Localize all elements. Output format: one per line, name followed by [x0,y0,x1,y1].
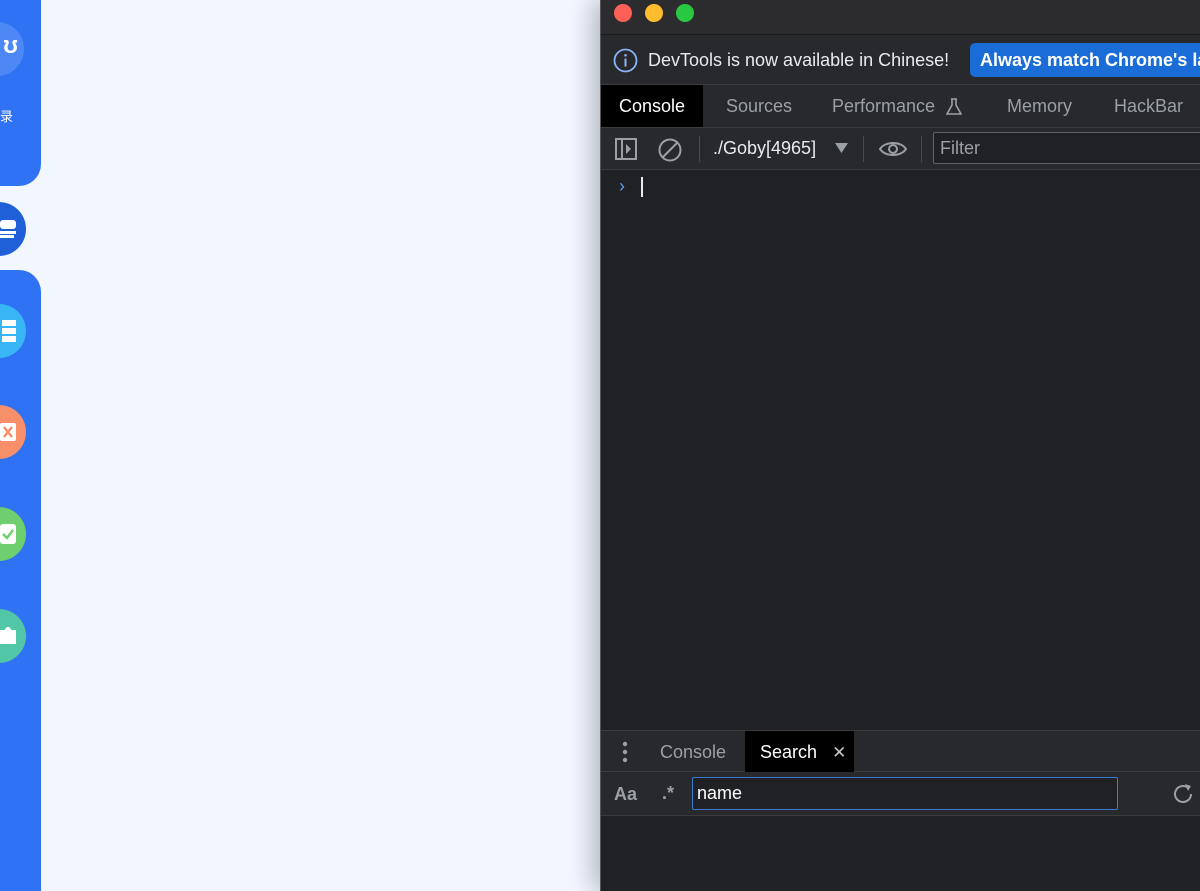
sidebar-label: 录 [0,109,14,124]
window-titlebar [601,0,1200,35]
console-toolbar: ./Goby[4965] [601,128,1200,170]
search-bar: Aa .* [601,772,1200,816]
app-sidebar: ʊ 录 [0,0,41,891]
refresh-icon[interactable] [1171,782,1195,806]
regex-button[interactable]: .* [662,783,674,804]
tab-console[interactable]: Console [601,85,704,127]
match-case-button[interactable]: Aa [614,784,637,805]
language-infobar: DevTools is now available in Chinese! Al… [601,35,1200,85]
tab-sources[interactable]: Sources [726,85,792,127]
maximize-window-button[interactable] [676,4,694,22]
sidebar-nav-panel [0,270,41,891]
devtools-tab-bar: Console Sources Performance Memory HackB… [601,85,1200,128]
search-results [601,816,1200,891]
close-window-button[interactable] [614,4,632,22]
sidebar-top-panel: ʊ 录 [0,0,41,186]
filter-input[interactable] [933,132,1200,164]
more-options-icon[interactable] [621,741,629,763]
eye-icon[interactable] [878,138,908,160]
tab-performance[interactable]: Performance [832,85,963,127]
search-input[interactable] [692,777,1118,810]
minimize-window-button[interactable] [645,4,663,22]
sidebar-toggle-icon[interactable] [614,137,638,161]
drawer-tab-console[interactable]: Console [660,731,726,772]
devtools-window: DevTools is now available in Chinese! Al… [600,0,1200,891]
prompt-chevron-icon: › [619,176,625,196]
drawer-tab-bar: Console Search ✕ [601,730,1200,772]
chevron-down-icon[interactable] [835,143,848,153]
flask-icon [946,98,963,116]
text-caret [641,177,643,197]
context-selector[interactable]: ./Goby[4965] [713,138,816,159]
tab-hackbar[interactable]: HackBar [1114,85,1183,127]
infobar-message: DevTools is now available in Chinese! [648,50,950,70]
info-icon [613,48,638,73]
logo-icon[interactable]: ʊ [0,22,24,76]
tab-memory[interactable]: Memory [1007,85,1072,127]
match-language-button[interactable]: Always match Chrome's language [970,43,1200,77]
clear-console-icon[interactable] [657,137,683,163]
console-output[interactable]: › [601,170,1200,730]
scan-icon[interactable] [0,202,26,256]
drawer-tab-search[interactable]: Search ✕ [745,731,855,774]
close-icon[interactable]: ✕ [832,732,846,774]
